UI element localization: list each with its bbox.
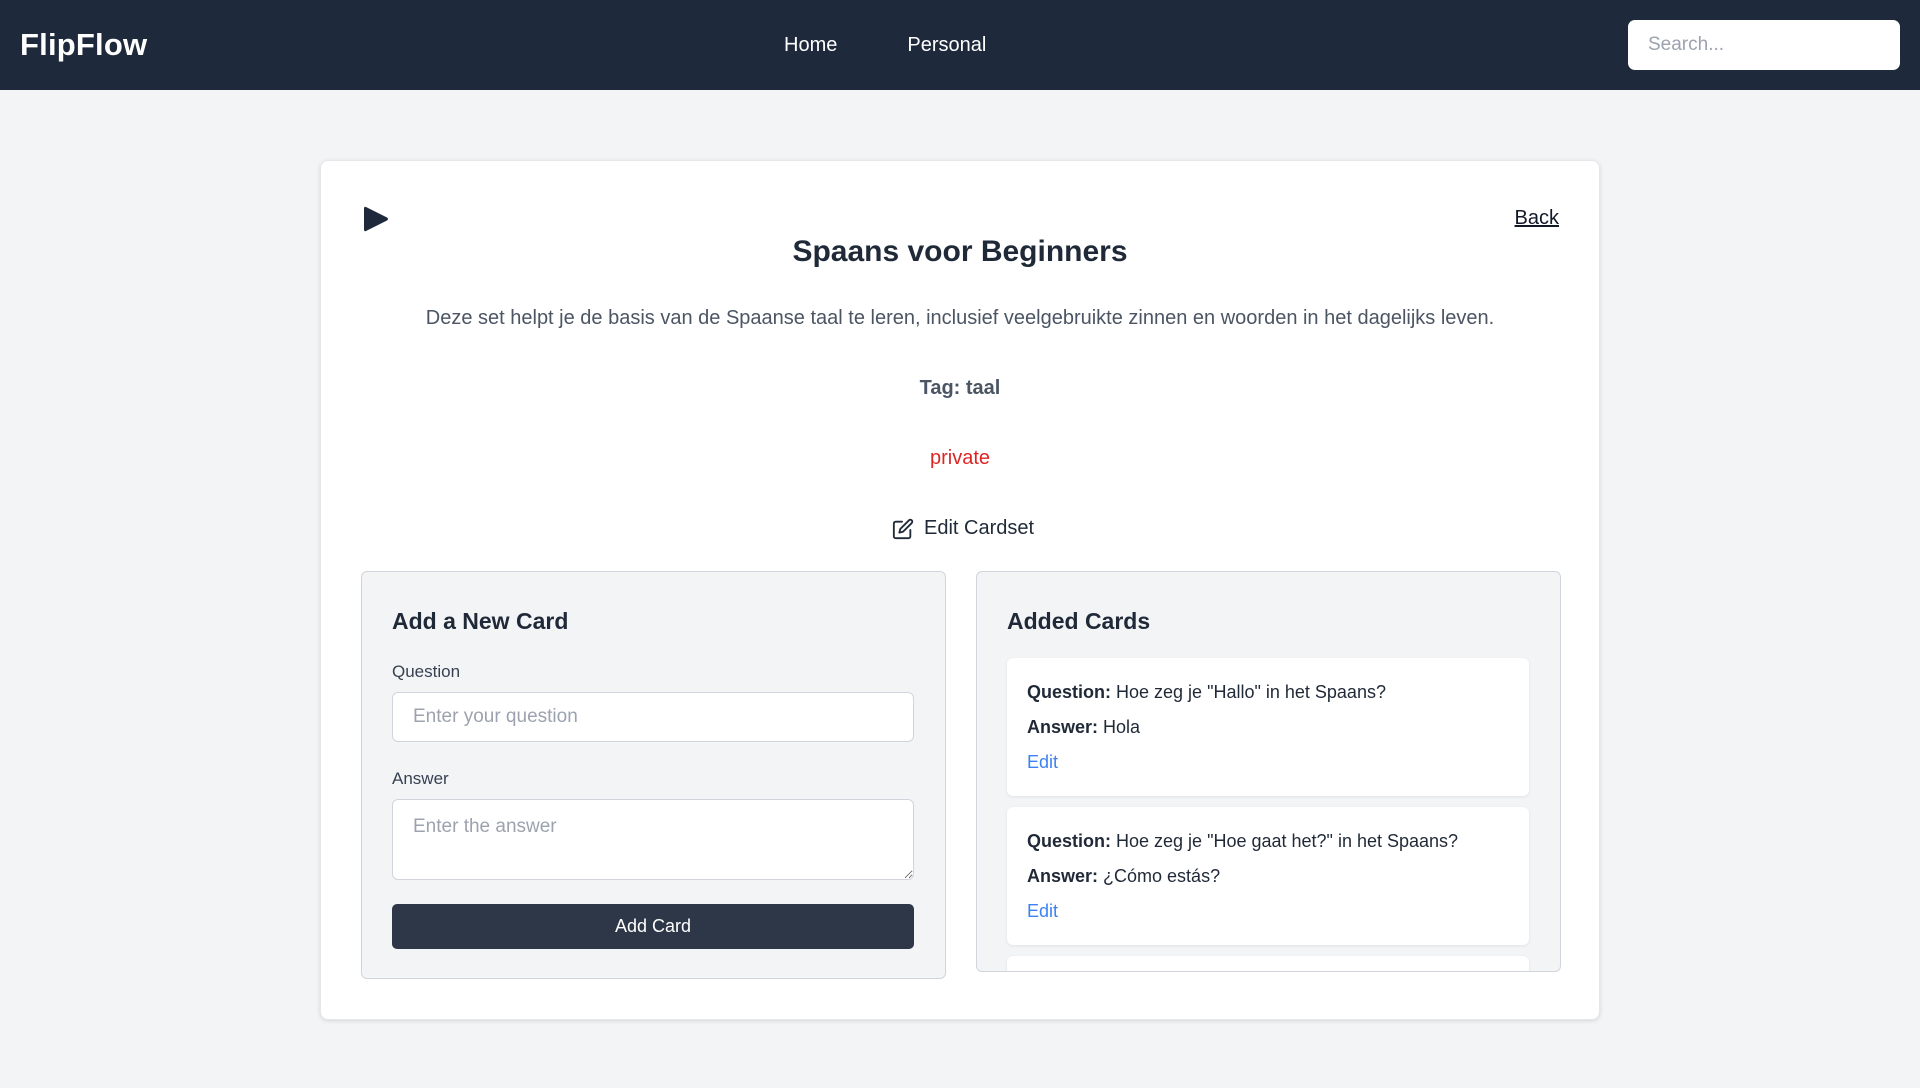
question-label: Question xyxy=(392,662,461,681)
cardset-description: Deze set helpt je de basis van de Spaans… xyxy=(425,307,1495,329)
edit-cardset-button[interactable]: Edit Cardset xyxy=(892,517,1034,540)
add-card-form: Add a New Card Question Answer Add Card xyxy=(361,571,946,979)
question-input[interactable] xyxy=(392,692,914,742)
brand-logo[interactable]: FlipFlow xyxy=(20,27,147,63)
answer-text: ¿Cómo estás? xyxy=(1103,866,1221,886)
card-answer: Answer: Hola xyxy=(1027,717,1140,738)
answer-textarea[interactable] xyxy=(392,799,914,880)
edit-card-link[interactable]: Edit xyxy=(1027,901,1058,922)
edit-icon xyxy=(892,518,914,539)
card-question: Question: Hoe zeg je "Hallo" in het Spaa… xyxy=(1027,682,1386,703)
cardset-title: Spaans voor Beginners xyxy=(792,235,1128,268)
added-cards-panel[interactable]: Added Cards Question: Hoe zeg je "Hallo"… xyxy=(976,571,1561,972)
nav-link-home[interactable]: Home xyxy=(784,34,837,57)
add-card-title: Add a New Card xyxy=(392,608,569,634)
answer-prefix: Answer: xyxy=(1027,866,1099,886)
search-input[interactable] xyxy=(1628,20,1900,70)
add-card-button[interactable]: Add Card xyxy=(392,904,914,949)
list-item: Question: Hoe zeg je "Hoe gaat het?" in … xyxy=(1007,807,1529,945)
answer-prefix: Answer: xyxy=(1027,717,1099,737)
question-prefix: Question: xyxy=(1027,831,1111,851)
question-text: Hoe zeg je "Hallo" in het Spaans? xyxy=(1116,682,1386,702)
play-icon[interactable] xyxy=(363,205,389,233)
answer-text: Hola xyxy=(1103,717,1141,737)
cardset-panel: Back Spaans voor Beginners Deze set help… xyxy=(320,160,1600,1020)
answer-label: Answer xyxy=(392,769,449,788)
added-cards-title: Added Cards xyxy=(1007,608,1151,634)
edit-card-link[interactable]: Edit xyxy=(1027,752,1058,773)
list-item: Question: Hoe zeg je "Hallo" in het Spaa… xyxy=(1007,658,1529,796)
card-answer: Answer: ¿Cómo estás? xyxy=(1027,866,1220,887)
nav-link-personal[interactable]: Personal xyxy=(907,34,986,57)
question-prefix: Question: xyxy=(1027,682,1111,702)
card-question: Question: Hoe zeg je "Hoe gaat het?" in … xyxy=(1027,831,1458,852)
main-nav: Home Personal xyxy=(784,34,986,57)
visibility-status: private xyxy=(929,447,991,469)
navbar: FlipFlow Home Personal xyxy=(0,0,1920,90)
list-item xyxy=(1007,956,1529,971)
edit-cardset-label: Edit Cardset xyxy=(924,517,1035,539)
back-link[interactable]: Back xyxy=(1515,207,1559,230)
cardset-tag: Tag: taal xyxy=(919,377,1001,399)
question-text: Hoe zeg je "Hoe gaat het?" in het Spaans… xyxy=(1116,831,1459,851)
card-list: Question: Hoe zeg je "Hallo" in het Spaa… xyxy=(1007,658,1529,971)
